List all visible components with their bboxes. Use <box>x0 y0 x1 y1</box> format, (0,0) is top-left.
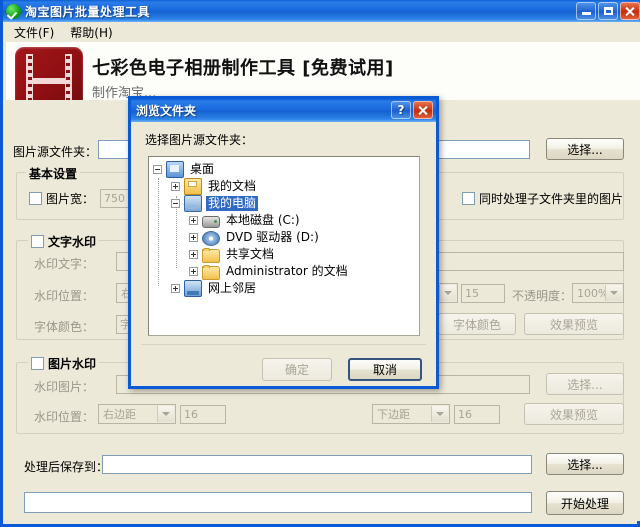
hard-disk-icon <box>202 215 220 228</box>
tree-node-label: 共享文档 <box>226 247 275 261</box>
expander-plus-icon[interactable] <box>189 233 198 242</box>
minimize-button[interactable] <box>576 2 596 20</box>
tree-node-label: 网上邻居 <box>208 281 257 295</box>
image-width-checkbox[interactable]: 图片宽： <box>29 190 94 207</box>
film-strip-icon <box>15 47 83 100</box>
include-subfolders-checkbox[interactable]: 同时处理子文件夹里的图片 <box>462 190 623 207</box>
watermark-text-label: 水印文字： <box>34 257 95 271</box>
tree-node-label: 本地磁盘 (C:) <box>226 213 300 227</box>
folder-tree[interactable]: 桌面 我的文档 我的电脑 本地磁盘 (C:) DVD 驱动器 (D:) 共享文档 <box>148 156 420 336</box>
start-processing-button[interactable]: 开始处理 <box>546 491 624 515</box>
expander-plus-icon[interactable] <box>189 250 198 259</box>
tree-node-label: Administrator 的文档 <box>226 264 348 278</box>
window-controls <box>576 2 640 20</box>
title-bar: 淘宝图片批量处理工具 <box>3 0 640 22</box>
chevron-down-icon-5[interactable] <box>431 406 448 422</box>
expander-plus-icon[interactable] <box>171 182 180 191</box>
opacity-value: 100% <box>577 286 609 300</box>
promo-banner[interactable]: 七彩色电子相册制作工具 [免费试用] 制作淘宝... <box>6 42 640 100</box>
source-folder-label: 图片源文件夹： <box>13 145 98 159</box>
dvd-drive-icon <box>202 230 220 246</box>
image-watermark-checkbox[interactable]: 图片水印 <box>28 355 100 372</box>
text-watermark-checkbox[interactable]: 文字水印 <box>28 233 100 250</box>
image-watermark-h-anchor-value: 右边距 <box>103 408 136 421</box>
tree-node-dvd-drive-d[interactable]: DVD 驱动器 (D:) <box>153 229 419 246</box>
tree-node-shared-documents[interactable]: 共享文档 <box>153 246 419 263</box>
network-icon <box>184 280 202 297</box>
desktop-icon <box>166 161 184 178</box>
folder-icon <box>202 264 220 280</box>
menu-bar: 文件(F) 帮助(H) <box>6 22 640 42</box>
documents-folder-icon <box>184 178 202 195</box>
dialog-separator <box>141 344 426 345</box>
text-watermark-checkbox-box[interactable] <box>31 235 44 248</box>
dialog-cancel-button[interactable]: 取消 <box>348 358 422 381</box>
dialog-title: 浏览文件夹 <box>136 104 197 118</box>
menu-item-file[interactable]: 文件(F) <box>6 22 62 43</box>
progress-bar <box>24 492 532 513</box>
app-check-icon <box>6 3 21 19</box>
tree-node-label: 我的电脑 <box>206 196 259 211</box>
tree-node-label: 桌面 <box>190 162 215 176</box>
banner-title: 七彩色电子相册制作工具 [免费试用] <box>92 58 394 79</box>
output-folder-input[interactable] <box>102 455 532 474</box>
text-watermark-title: 文字水印 <box>48 235 97 249</box>
image-width-checkbox-box[interactable] <box>29 192 42 205</box>
dialog-ok-button[interactable]: 确定 <box>262 358 332 381</box>
expander-plus-icon[interactable] <box>189 216 198 225</box>
image-watermark-h-value-input[interactable]: 16 <box>180 405 226 424</box>
dialog-title-bar: 浏览文件夹 ? <box>131 99 436 122</box>
chevron-down-icon-2[interactable] <box>439 285 456 301</box>
opacity-select[interactable]: 100% <box>572 283 624 303</box>
image-watermark-h-anchor-select[interactable]: 右边距 <box>98 404 176 424</box>
image-watermark-checkbox-box[interactable] <box>31 357 44 370</box>
browse-folder-dialog: 浏览文件夹 ? 选择图片源文件夹： 桌面 我的文档 我的电脑 本地磁盘 (C:)… <box>128 96 439 389</box>
image-watermark-preview-button[interactable]: 效果预览 <box>524 403 624 425</box>
font-color-label: 字体颜色： <box>34 320 95 334</box>
watermark-image-browse-button[interactable]: 选择... <box>546 373 624 395</box>
chevron-down-icon-3[interactable] <box>605 285 622 301</box>
tree-node-label: DVD 驱动器 (D:) <box>226 230 319 244</box>
image-watermark-v-value-input[interactable]: 16 <box>454 405 500 424</box>
tree-node-network-places[interactable]: 网上邻居 <box>153 280 419 297</box>
image-watermark-position-label: 水印位置： <box>34 410 95 424</box>
image-watermark-v-anchor-select[interactable]: 下边距 <box>372 404 450 424</box>
tree-node-my-documents[interactable]: 我的文档 <box>153 178 419 195</box>
include-subfolders-label: 同时处理子文件夹里的图片 <box>479 192 624 206</box>
help-button[interactable]: ? <box>391 101 411 119</box>
tree-node-administrator-documents[interactable]: Administrator 的文档 <box>153 263 419 280</box>
dialog-controls: ? <box>391 101 433 119</box>
image-watermark-title: 图片水印 <box>48 357 97 371</box>
include-subfolders-checkbox-box[interactable] <box>462 192 475 205</box>
output-folder-label: 处理后保存到： <box>24 460 109 474</box>
image-watermark-v-anchor-value: 下边距 <box>377 408 410 421</box>
text-watermark-h-value-input[interactable]: 15 <box>461 284 505 303</box>
close-button[interactable] <box>620 2 640 20</box>
watermark-image-label: 水印图片： <box>34 380 95 394</box>
font-color-button[interactable]: 字体颜色 <box>438 313 516 335</box>
window-title: 淘宝图片批量处理工具 <box>25 4 151 19</box>
chevron-down-icon-4[interactable] <box>157 406 174 422</box>
output-folder-browse-button[interactable]: 选择... <box>546 453 624 475</box>
dialog-close-button[interactable] <box>413 101 433 119</box>
basic-settings-title: 基本设置 <box>26 165 81 182</box>
expander-minus-icon[interactable] <box>171 199 180 208</box>
text-watermark-preview-button[interactable]: 效果预览 <box>524 313 624 335</box>
source-folder-browse-button[interactable]: 选择... <box>546 138 624 160</box>
dialog-prompt: 选择图片源文件夹： <box>145 133 254 147</box>
tree-node-label: 我的文档 <box>208 179 257 193</box>
menu-item-help[interactable]: 帮助(H) <box>62 22 120 43</box>
image-width-label: 图片宽： <box>46 192 95 206</box>
computer-icon <box>184 195 202 212</box>
text-watermark-position-label: 水印位置： <box>34 289 95 303</box>
folder-icon <box>202 247 220 263</box>
maximize-button[interactable] <box>598 2 618 20</box>
expander-plus-icon[interactable] <box>189 267 198 276</box>
opacity-label: 不透明度： <box>512 289 573 303</box>
expander-plus-icon[interactable] <box>171 284 180 293</box>
tree-node-my-computer[interactable]: 我的电脑 <box>153 195 419 212</box>
tree-node-local-disk-c[interactable]: 本地磁盘 (C:) <box>153 212 419 229</box>
expander-minus-icon[interactable] <box>153 165 162 174</box>
tree-node-desktop[interactable]: 桌面 <box>153 161 419 178</box>
